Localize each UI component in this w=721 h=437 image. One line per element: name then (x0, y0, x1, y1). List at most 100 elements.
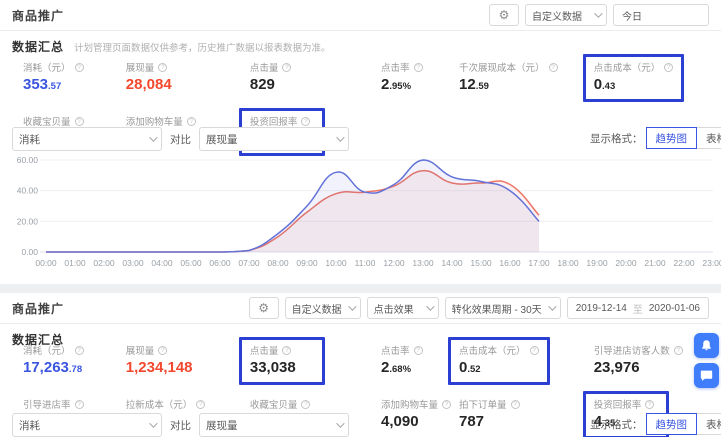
metric-select-2-label: 展现量 (206, 418, 238, 433)
display-mode-segments: 趋势图表格收起图表 (647, 127, 721, 149)
customize-data-select[interactable]: 自定义数据 (525, 4, 607, 26)
svg-text:10:00: 10:00 (325, 258, 347, 268)
info-icon[interactable] (75, 63, 84, 72)
metric-label: 点击率 (381, 343, 445, 357)
info-icon[interactable] (674, 346, 683, 355)
trend-chart: 0.0020.0040.0060.0000:0001:0002:0003:000… (0, 152, 721, 280)
svg-text:05:00: 05:00 (180, 258, 202, 268)
bell-icon[interactable] (694, 333, 719, 358)
click-effect-label: 点击效果 (374, 301, 414, 316)
metric-label: 消耗（元） (23, 343, 87, 357)
info-icon[interactable] (75, 400, 84, 409)
date-range-start: 2019-12-14 (576, 303, 627, 314)
metric: 消耗（元）353.57 (12, 54, 98, 102)
summary-title: 数据汇总 (12, 38, 64, 55)
display-mode-active[interactable]: 趋势图 (646, 127, 698, 149)
metric-value: 829 (250, 77, 314, 93)
panel-header: 商品推广 ⚙ 自定义数据 今日 (0, 0, 721, 31)
metric-label: 收藏宝贝量 (23, 114, 87, 128)
customize-data-label: 自定义数据 (532, 8, 582, 23)
svg-text:17:00: 17:00 (528, 258, 550, 268)
svg-text:07:00: 07:00 (238, 258, 260, 268)
customize-data-label: 自定义数据 (292, 301, 342, 316)
info-icon[interactable] (75, 346, 84, 355)
svg-text:15:00: 15:00 (470, 258, 492, 268)
info-icon[interactable] (511, 400, 520, 409)
gear-icon[interactable]: ⚙ (249, 297, 279, 319)
metric-value: 0.43 (594, 77, 674, 95)
svg-text:12:00: 12:00 (383, 258, 405, 268)
info-icon[interactable] (158, 346, 167, 355)
display-mode-active[interactable]: 趋势图 (646, 413, 698, 435)
floating-widget (694, 333, 719, 388)
metric-value: 0.52 (459, 360, 539, 378)
info-icon[interactable] (414, 346, 423, 355)
metric-select-2[interactable]: 展现量 (199, 127, 349, 151)
customize-data-select[interactable]: 自定义数据 (285, 297, 361, 319)
info-icon[interactable] (158, 63, 167, 72)
metric-value: 17,263.78 (23, 360, 87, 378)
metric-value: 2.95% (381, 77, 445, 95)
metric: 消耗（元） 17,263.78 (12, 337, 98, 385)
info-icon[interactable] (301, 400, 310, 409)
display-format-group: 显示格式： 趋势图表格收起图表 (590, 413, 721, 435)
promotion-panel-bottom: 商品推广 ⚙ 自定义数据 点击效果 转化效果周期 - 30天 2019-12-1… (0, 293, 721, 437)
click-effect-select[interactable]: 点击效果 (367, 297, 439, 319)
metric-select-2-label: 展现量 (206, 132, 238, 147)
metric-label: 点击成本（元） (459, 343, 539, 357)
metric-label: 点击成本（元） (594, 60, 674, 74)
info-icon[interactable] (282, 63, 291, 72)
gear-icon[interactable]: ⚙ (489, 4, 519, 26)
info-icon[interactable] (549, 63, 558, 72)
metric-value: 1,234,148 (126, 360, 193, 376)
metric-select-1[interactable]: 消耗 (12, 413, 162, 437)
conversion-period-select[interactable]: 转化效果周期 - 30天 (445, 297, 561, 319)
svg-text:04:00: 04:00 (151, 258, 173, 268)
metric-label: 拉新成本（元） (126, 397, 206, 411)
chart-controls: 消耗 对比 展现量 显示格式： 趋势图表格收起图表 (12, 413, 721, 437)
svg-text:09:00: 09:00 (296, 258, 318, 268)
svg-text:11:00: 11:00 (355, 258, 376, 268)
compare-label: 对比 (170, 132, 191, 147)
compare-label: 对比 (170, 418, 191, 433)
metric-label: 点击率 (381, 60, 445, 74)
promotion-panel-top: 商品推广 ⚙ 自定义数据 今日 数据汇总 计划管理页面数据仅供参考，历史推广数据… (0, 0, 721, 284)
metric: 展现量1,234,148 (115, 337, 204, 385)
date-picker[interactable]: 今日 (613, 4, 709, 26)
info-icon[interactable] (187, 117, 196, 126)
metric: 点击率 2.95% (370, 54, 456, 102)
summary-header: 数据汇总 计划管理页面数据仅供参考，历史推广数据以报表数据为准。 (12, 38, 331, 55)
info-icon[interactable] (282, 346, 291, 355)
info-icon[interactable] (645, 400, 654, 409)
page-title: 商品推广 (12, 7, 64, 24)
info-icon[interactable] (530, 346, 539, 355)
metric-label: 拍下订单量 (459, 397, 523, 411)
metric-select-1-label: 消耗 (19, 418, 40, 433)
info-icon[interactable] (414, 63, 423, 72)
info-icon[interactable] (196, 400, 205, 409)
display-mode-segments: 趋势图表格收起图表 (647, 413, 721, 435)
info-icon[interactable] (75, 117, 84, 126)
chevron-down-icon (336, 133, 344, 141)
svg-text:08:00: 08:00 (267, 258, 289, 268)
display-mode-option[interactable]: 表格 (696, 413, 721, 435)
chat-icon[interactable] (694, 363, 719, 388)
display-format-group: 显示格式： 趋势图表格收起图表 (590, 127, 721, 149)
metric-label: 展现量 (126, 60, 190, 74)
metric: 千次展现成本（元）12.59 (448, 54, 569, 102)
chevron-down-icon (149, 133, 157, 141)
metric-label: 千次展现成本（元） (459, 60, 558, 74)
date-range-picker[interactable]: 2019-12-14 至 2020-01-06 (567, 297, 709, 319)
metric-select-2[interactable]: 展现量 (199, 413, 349, 437)
svg-text:21:00: 21:00 (644, 258, 666, 268)
svg-text:40.00: 40.00 (17, 186, 39, 196)
metric-select-1[interactable]: 消耗 (12, 127, 162, 151)
display-mode-option[interactable]: 表格 (696, 127, 721, 149)
info-icon[interactable] (301, 117, 310, 126)
info-icon[interactable] (664, 63, 673, 72)
metric: 点击量33,038 (239, 337, 325, 385)
svg-text:60.00: 60.00 (17, 155, 39, 165)
svg-text:19:00: 19:00 (586, 258, 608, 268)
display-format-label: 显示格式： (590, 131, 643, 146)
svg-text:18:00: 18:00 (557, 258, 579, 268)
